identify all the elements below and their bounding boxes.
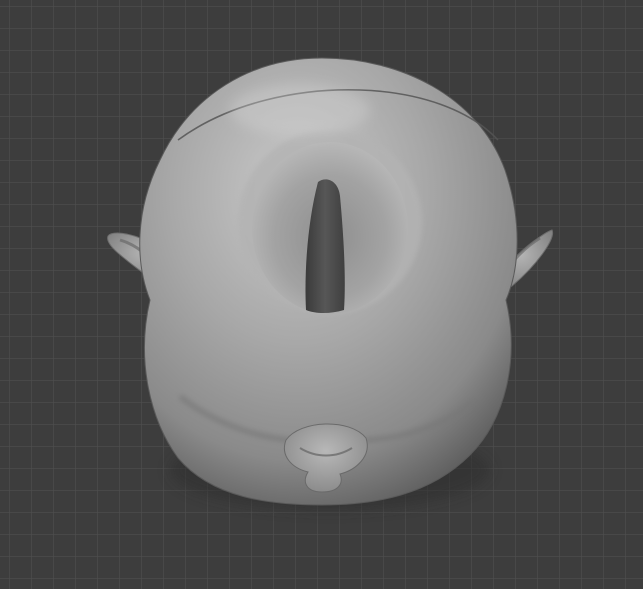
forehead-highlight bbox=[230, 84, 370, 136]
3d-viewport[interactable] bbox=[0, 0, 643, 589]
sculpt-mesh-object[interactable] bbox=[0, 0, 643, 589]
